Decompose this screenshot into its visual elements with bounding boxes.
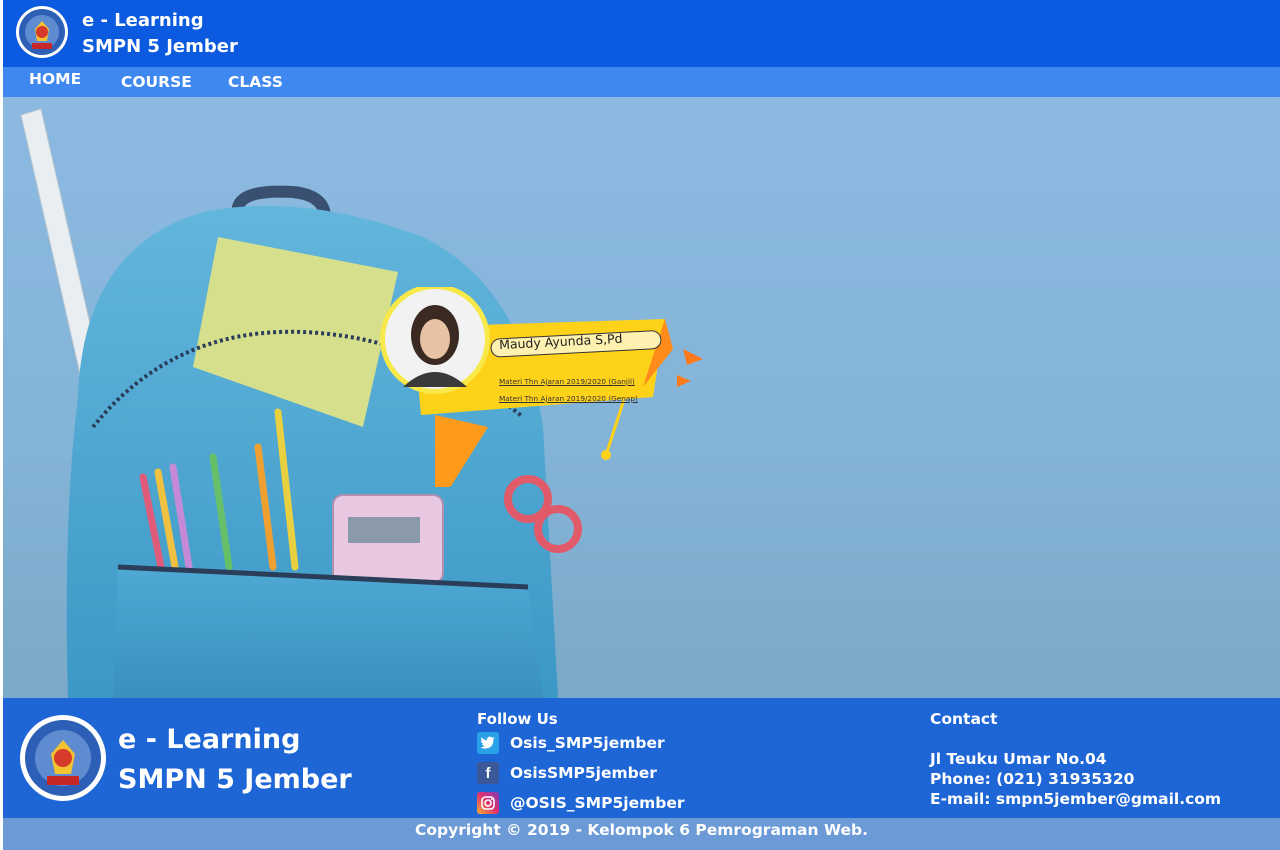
nav-item-course[interactable]: COURSE [121, 67, 192, 97]
site-footer: e - Learning SMPN 5 Jember Follow Us Osi… [3, 698, 1280, 818]
footer-brand-line1: e - Learning [118, 724, 301, 755]
teacher-card-shape [380, 287, 703, 487]
course-link-ganjil[interactable]: Materi Thn Ajaran 2019/2020 (Ganjil) [499, 377, 635, 386]
course-link-genap[interactable]: Materi Thn Ajaran 2019/2020 (Genap) [499, 394, 638, 403]
social-label-twitter: Osis_SMP5jember [510, 734, 665, 752]
contact-email: E-mail: smpn5jember@gmail.com [930, 790, 1222, 808]
contact-title: Contact [930, 710, 998, 728]
social-link-instagram[interactable]: @OSIS_SMP5jember [477, 792, 684, 814]
nav-item-home[interactable]: HOME [29, 64, 81, 94]
teacher-card: Maudy Ayunda S,Pd [373, 287, 713, 487]
social-label-instagram: @OSIS_SMP5jember [510, 794, 685, 812]
copyright-bar: Copyright © 2019 - Kelompok 6 Pemrograma… [3, 818, 1280, 850]
contact-phone: Phone: (021) 31935320 [930, 770, 1135, 788]
header-brand-line2: SMPN 5 Jember [82, 36, 238, 57]
header-brand: e - Learning SMPN 5 Jember [82, 8, 238, 60]
contact-address: Jl Teuku Umar No.04 [930, 750, 1107, 768]
header-brand-line1: e - Learning [82, 10, 204, 31]
school-emblem-icon [16, 6, 68, 58]
social-link-facebook[interactable]: f OsisSMP5jember [477, 762, 657, 784]
footer-brand: e - Learning SMPN 5 Jember [118, 720, 352, 800]
follow-us-title: Follow Us [477, 710, 558, 728]
instagram-icon [477, 792, 499, 814]
social-label-facebook: OsisSMP5jember [510, 764, 657, 782]
site-header: e - Learning SMPN 5 Jember [3, 0, 1280, 67]
main-nav: HOME COURSE CLASS [3, 67, 1280, 97]
copyright-text: Copyright © 2019 - Kelompok 6 Pemrograma… [415, 821, 868, 839]
twitter-icon [477, 732, 499, 754]
nav-item-class[interactable]: CLASS [228, 67, 283, 97]
social-link-twitter[interactable]: Osis_SMP5jember [477, 732, 665, 754]
school-emblem-icon [20, 715, 106, 801]
footer-brand-line2: SMPN 5 Jember [118, 764, 352, 795]
page-left-edge [0, 0, 3, 850]
facebook-icon: f [477, 762, 499, 784]
hero-banner: Maudy Ayunda S,Pd Materi Thn Ajaran 2019… [3, 97, 1280, 698]
